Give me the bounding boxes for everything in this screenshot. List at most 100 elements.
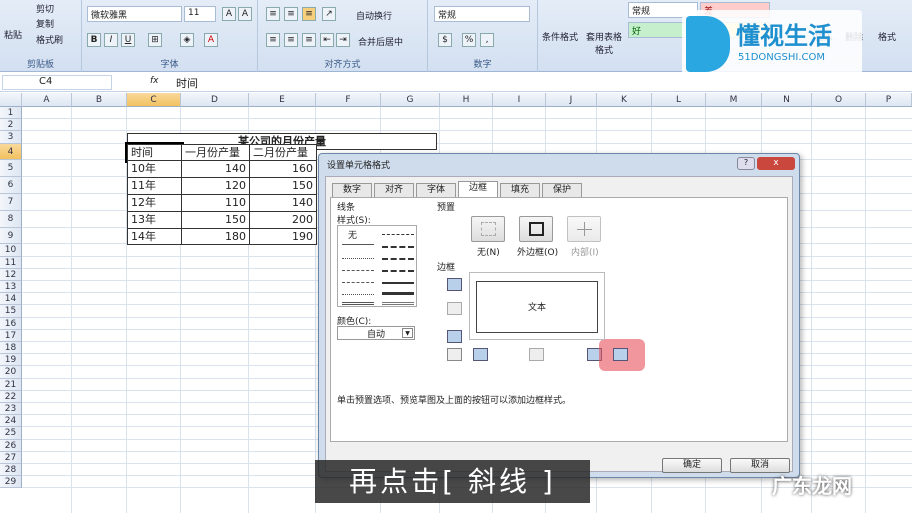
- column-header-L[interactable]: L: [652, 93, 706, 107]
- comma-button[interactable]: ,: [480, 33, 494, 47]
- column-header-J[interactable]: J: [546, 93, 597, 107]
- border-middle-horizontal-button[interactable]: [447, 302, 462, 315]
- row-header-27[interactable]: 27: [0, 451, 22, 464]
- row-header-22[interactable]: 22: [0, 390, 22, 403]
- insert-function-icon[interactable]: fx: [150, 76, 159, 86]
- row-header-28[interactable]: 28: [0, 464, 22, 477]
- row-header-12[interactable]: 12: [0, 268, 22, 281]
- table-header-cell[interactable]: 二月份产量: [249, 143, 317, 162]
- table-cell[interactable]: 180: [181, 227, 250, 246]
- border-top-button[interactable]: [447, 278, 462, 291]
- row-header-18[interactable]: 18: [0, 342, 22, 355]
- conditional-format-button[interactable]: 条件格式: [542, 30, 578, 43]
- currency-icon[interactable]: $: [438, 33, 452, 47]
- tab-3[interactable]: 边框: [458, 181, 498, 198]
- grow-font-button[interactable]: A: [222, 7, 236, 21]
- align-center-icon[interactable]: ≡: [284, 33, 298, 47]
- column-header-H[interactable]: H: [440, 93, 493, 107]
- border-middle-vertical-button[interactable]: [529, 348, 544, 361]
- decrease-indent-icon[interactable]: ⇤: [320, 33, 334, 47]
- tab-4[interactable]: 填充: [500, 183, 540, 198]
- font-color-icon[interactable]: A: [204, 33, 218, 47]
- table-cell[interactable]: 10年: [127, 160, 182, 179]
- border-left-button[interactable]: [473, 348, 488, 361]
- tab-1[interactable]: 对齐: [374, 183, 414, 198]
- column-header-G[interactable]: G: [381, 93, 440, 107]
- column-header-K[interactable]: K: [597, 93, 652, 107]
- row-header-29[interactable]: 29: [0, 476, 22, 489]
- table-header-cell[interactable]: 一月份产量: [181, 143, 250, 162]
- column-header-B[interactable]: B: [72, 93, 127, 107]
- row-header-2[interactable]: 2: [0, 119, 22, 132]
- table-cell[interactable]: 190: [249, 227, 317, 246]
- table-cell[interactable]: 13年: [127, 210, 182, 229]
- help-button[interactable]: ?: [737, 157, 755, 170]
- increase-indent-icon[interactable]: ⇥: [336, 33, 350, 47]
- column-header-O[interactable]: O: [812, 93, 866, 107]
- diagonal-down-button[interactable]: [613, 348, 628, 361]
- row-header-17[interactable]: 17: [0, 329, 22, 342]
- tab-2[interactable]: 字体: [416, 183, 456, 198]
- row-header-25[interactable]: 25: [0, 427, 22, 440]
- row-header-26[interactable]: 26: [0, 439, 22, 452]
- column-header-E[interactable]: E: [249, 93, 316, 107]
- borders-icon[interactable]: ⊞: [148, 33, 162, 47]
- table-cell[interactable]: 150: [181, 210, 250, 229]
- row-header-15[interactable]: 15: [0, 305, 22, 318]
- row-header-21[interactable]: 21: [0, 378, 22, 391]
- column-header-D[interactable]: D: [181, 93, 249, 107]
- border-preview[interactable]: 文本: [469, 272, 605, 340]
- table-cell[interactable]: 200: [249, 210, 317, 229]
- color-select[interactable]: 自动 ▼: [337, 326, 415, 340]
- row-header-1[interactable]: 1: [0, 107, 22, 120]
- row-header-23[interactable]: 23: [0, 403, 22, 416]
- wrap-text-button[interactable]: 自动换行: [356, 9, 392, 22]
- row-header-8[interactable]: 8: [0, 210, 22, 228]
- row-header-14[interactable]: 14: [0, 293, 22, 306]
- formula-input[interactable]: 时间: [176, 75, 198, 91]
- preset-none-button[interactable]: [471, 216, 505, 242]
- row-header-9[interactable]: 9: [0, 227, 22, 245]
- table-cell[interactable]: 11年: [127, 177, 182, 195]
- table-cell[interactable]: 140: [181, 160, 250, 179]
- column-header-P[interactable]: P: [866, 93, 912, 107]
- table-cell[interactable]: 120: [181, 177, 250, 195]
- row-header-6[interactable]: 6: [0, 177, 22, 194]
- table-header-cell[interactable]: 时间: [125, 141, 184, 164]
- merge-center-button[interactable]: 合并后居中: [358, 35, 403, 48]
- format-cells-button[interactable]: 格式: [878, 30, 896, 43]
- copy-button[interactable]: 复制: [36, 17, 54, 30]
- font-name-select[interactable]: 微软雅黑: [87, 6, 182, 22]
- align-left-icon[interactable]: ≡: [266, 33, 280, 47]
- row-header-11[interactable]: 11: [0, 256, 22, 269]
- shrink-font-button[interactable]: A: [238, 7, 252, 21]
- row-header-5[interactable]: 5: [0, 160, 22, 178]
- column-header-F[interactable]: F: [316, 93, 381, 107]
- fill-color-icon[interactable]: ◈: [180, 33, 194, 47]
- select-all-corner[interactable]: [0, 93, 22, 107]
- table-cell[interactable]: 14年: [127, 227, 182, 246]
- row-header-7[interactable]: 7: [0, 194, 22, 211]
- table-format-button[interactable]: 套用表格格式: [584, 30, 624, 56]
- line-style-list[interactable]: 无: [337, 225, 417, 307]
- row-header-3[interactable]: 3: [0, 131, 22, 144]
- percent-button[interactable]: %: [462, 33, 476, 47]
- column-header-A[interactable]: A: [22, 93, 72, 107]
- italic-button[interactable]: I: [104, 33, 118, 47]
- orientation-icon[interactable]: ↗: [322, 7, 336, 21]
- row-header-16[interactable]: 16: [0, 317, 22, 330]
- table-cell[interactable]: 12年: [127, 194, 182, 212]
- close-button[interactable]: x: [757, 157, 795, 170]
- row-header-10[interactable]: 10: [0, 244, 22, 257]
- preset-inside-button[interactable]: [567, 216, 601, 242]
- cut-button[interactable]: 剪切: [36, 2, 54, 15]
- table-cell[interactable]: 140: [249, 194, 317, 212]
- bold-button[interactable]: B: [87, 33, 101, 47]
- tab-0[interactable]: 数字: [332, 183, 372, 198]
- row-header-4[interactable]: 4: [0, 143, 22, 161]
- name-box[interactable]: C4: [2, 75, 112, 90]
- align-right-icon[interactable]: ≡: [302, 33, 316, 47]
- border-bottom-button[interactable]: [447, 330, 462, 343]
- number-format-select[interactable]: 常规: [434, 6, 530, 22]
- diagonal-up-button[interactable]: [447, 348, 462, 361]
